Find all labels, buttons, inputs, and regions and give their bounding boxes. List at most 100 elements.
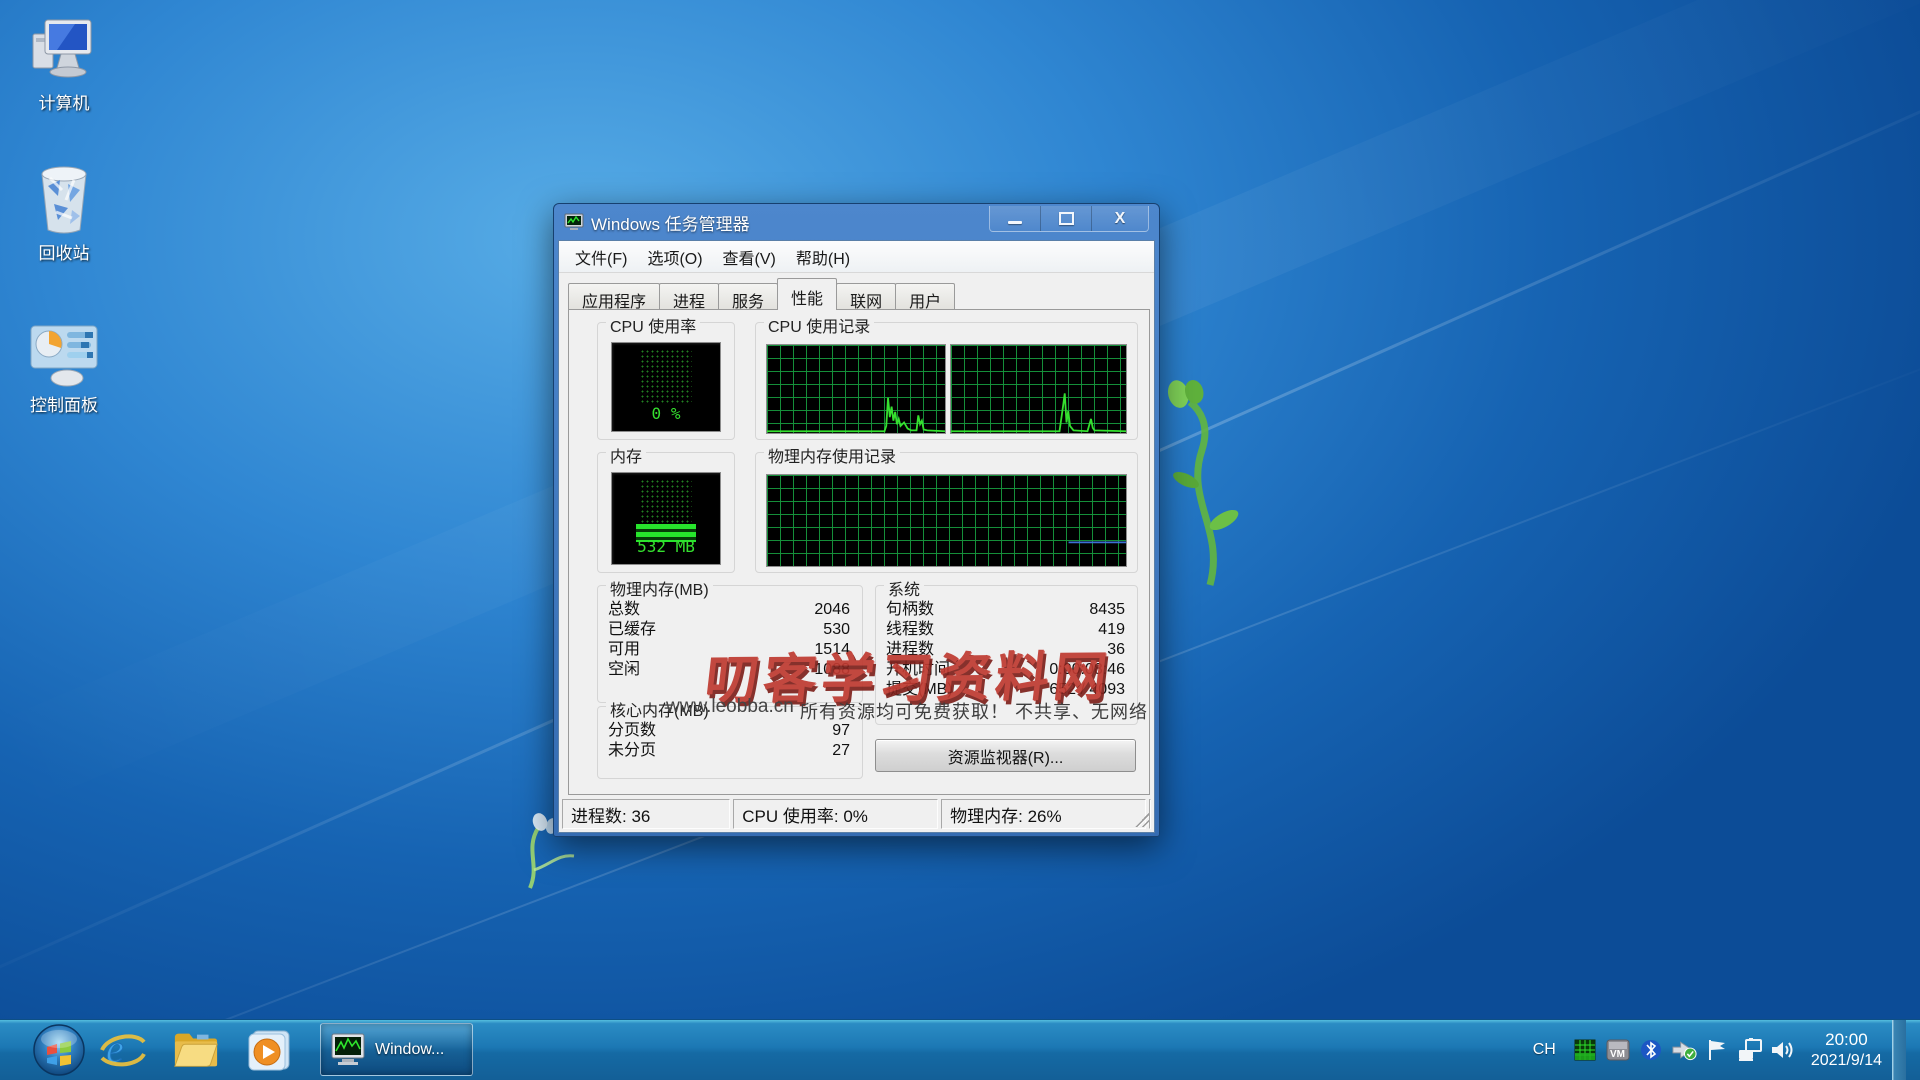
desktop: 计算机 回收站 控制面板 Windows 任务管理器 X 文件(F) 选项(O)… (0, 0, 1920, 1080)
stat-label: 未分页 (608, 742, 657, 759)
physical-memory-rows: 总数 2046 已缓存 530 可用 1514 空闲 1088 (608, 600, 850, 680)
task-button-label: Window... (375, 1040, 445, 1058)
tray-clock[interactable]: 20:00 2021/9/14 (1811, 1029, 1882, 1070)
stat-value: 8435 (1089, 601, 1125, 618)
tray-cpu-meter-icon[interactable] (1572, 1037, 1599, 1063)
show-desktop-button[interactable] (1892, 1020, 1906, 1080)
cpu-gauge-led-column (640, 349, 692, 404)
stat-label: 进程数 (886, 641, 935, 658)
clock-time: 20:00 (1825, 1030, 1868, 1050)
control-panel-icon (30, 325, 98, 387)
stat-row: 已缓存 530 (608, 620, 850, 640)
task-manager-window: Windows 任务管理器 X 文件(F) 选项(O) 查看(V) 帮助(H) … (553, 203, 1160, 837)
taskbar: e Window... CH VM 20:00 2021/9/14 (0, 1019, 1920, 1080)
resource-monitor-button[interactable]: 资源监视器(R)... (875, 739, 1136, 772)
status-physical-memory: 物理内存: 26% (941, 799, 1146, 829)
desktop-icon-label: 回收站 (38, 244, 90, 263)
cpu-history-chart-1 (766, 344, 946, 434)
caption-buttons: X (989, 206, 1149, 232)
clock-date: 2021/9/14 (1810, 1051, 1882, 1069)
maximize-button[interactable] (1040, 206, 1091, 231)
stat-value: 530 (823, 621, 850, 638)
tray-volume-icon[interactable] (1770, 1037, 1797, 1063)
task-manager-task-icon (331, 1033, 365, 1065)
tab-networking[interactable]: 联网 (836, 283, 897, 311)
stat-row: 句柄数 8435 (886, 600, 1125, 620)
task-manager-icon (564, 213, 584, 230)
tab-applications[interactable]: 应用程序 (568, 283, 661, 311)
folder-icon (174, 1033, 218, 1067)
stat-row: 进程数 36 (886, 640, 1125, 660)
stat-row: 可用 1514 (608, 640, 850, 660)
resize-grip[interactable] (1134, 813, 1149, 827)
stat-label: 提交(MB) (886, 681, 953, 698)
tray-bluetooth-icon[interactable] (1638, 1037, 1665, 1063)
menu-file[interactable]: 文件(F) (565, 241, 637, 273)
close-button[interactable]: X (1091, 206, 1148, 231)
tray-action-center-flag-icon[interactable] (1704, 1037, 1731, 1063)
cpu-history-group-label: CPU 使用记录 (764, 313, 875, 337)
cpu-usage-group: CPU 使用率 0 % (597, 313, 735, 440)
stat-value: 36 (1107, 641, 1125, 658)
menu-help[interactable]: 帮助(H) (786, 241, 860, 273)
kernel-memory-group: 核心内存(MB) 分页数 97 未分页 27 (597, 697, 863, 779)
stat-value: 419 (1098, 621, 1125, 638)
tray-safely-remove-icon[interactable] (1671, 1037, 1698, 1063)
stat-value: 27 (832, 742, 850, 759)
internet-explorer-button[interactable]: e (98, 1027, 146, 1073)
tab-processes[interactable]: 进程 (659, 283, 720, 311)
title-bar[interactable]: Windows 任务管理器 X (558, 204, 1155, 240)
desktop-icon-recycle-bin[interactable]: 回收站 (6, 156, 122, 264)
stat-value: 652 / 4093 (1049, 681, 1125, 698)
stat-value: 97 (832, 722, 850, 739)
stat-row: 空闲 1088 (608, 660, 850, 680)
cpu-usage-gauge: 0 % (611, 342, 721, 432)
tray-vmware-icon[interactable]: VM (1605, 1037, 1632, 1063)
computer-icon (32, 19, 92, 78)
memory-gauge: 532 MB (611, 472, 721, 565)
stat-row: 未分页 27 (608, 741, 850, 761)
memory-group-label: 内存 (606, 443, 647, 467)
memory-history-group-label: 物理内存使用记录 (764, 443, 901, 467)
cpu-usage-value: 0 % (651, 404, 681, 423)
media-player-button[interactable] (246, 1027, 294, 1073)
svg-text:VM: VM (1610, 1049, 1625, 1060)
minimize-icon (1008, 221, 1022, 224)
stat-label: 可用 (608, 641, 641, 658)
stat-row: 总数 2046 (608, 600, 850, 620)
menu-options[interactable]: 选项(O) (637, 241, 712, 273)
status-processes: 进程数: 36 (562, 799, 731, 829)
language-indicator[interactable]: CH (1533, 1041, 1556, 1059)
stat-label: 已缓存 (608, 621, 657, 638)
system-group-label: 系统 (884, 576, 925, 600)
physical-memory-group-label: 物理内存(MB) (606, 576, 713, 600)
minimize-button[interactable] (990, 206, 1040, 231)
memory-usage-value: 532 MB (637, 537, 695, 556)
tab-performance[interactable]: 性能 (777, 278, 838, 310)
window-title: Windows 任务管理器 (591, 214, 750, 234)
tray-network-icon[interactable] (1737, 1037, 1764, 1063)
desktop-icon-control-panel[interactable]: 控制面板 (6, 322, 122, 416)
stat-value: 2046 (814, 601, 850, 618)
recycle-bin-icon (41, 166, 87, 234)
start-button[interactable] (32, 1023, 86, 1077)
memory-history-group: 物理内存使用记录 (755, 443, 1138, 573)
memory-history-chart (766, 474, 1127, 567)
stat-row: 分页数 97 (608, 721, 850, 741)
taskbar-task-button-task-manager[interactable]: Window... (320, 1023, 473, 1076)
desktop-icon-label: 控制面板 (30, 396, 98, 415)
performance-tab-page: CPU 使用率 0 % CPU 使用记录 内存 532 MB 物理内存使用记录 … (568, 309, 1150, 795)
stat-value: 1514 (814, 641, 850, 658)
stat-value: 0:00:08:46 (1049, 661, 1125, 678)
tab-users[interactable]: 用户 (895, 283, 956, 311)
stat-label: 开机时间 (886, 661, 951, 678)
menu-view[interactable]: 查看(V) (713, 241, 786, 273)
desktop-icon-computer[interactable]: 计算机 (6, 12, 122, 114)
system-group: 系统 句柄数 8435 线程数 419 进程数 36 开机时间 0:00:08:46 提… (875, 576, 1138, 725)
status-filler (1134, 799, 1151, 829)
system-rows: 句柄数 8435 线程数 419 进程数 36 开机时间 0:00:08:46 提交(M… (886, 600, 1125, 700)
system-tray: CH VM 20:00 2021/9/14 (1533, 1020, 1906, 1080)
windows-explorer-button[interactable] (172, 1027, 220, 1073)
stat-row: 开机时间 0:00:08:46 (886, 660, 1125, 680)
tab-services[interactable]: 服务 (718, 283, 779, 311)
